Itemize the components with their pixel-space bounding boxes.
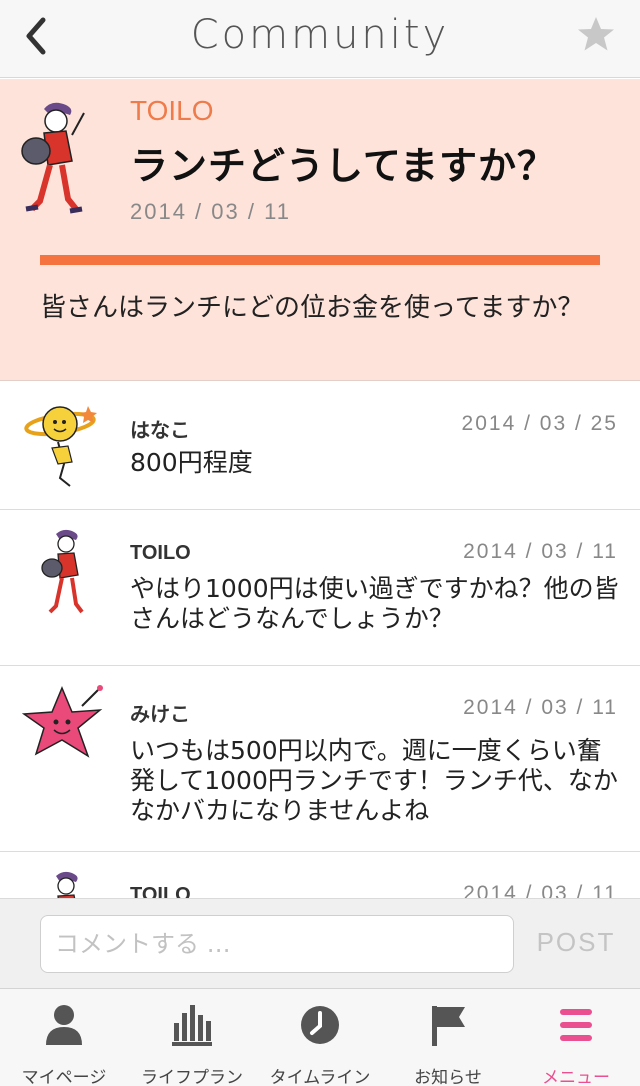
topic-date: 2014 / 03 / 11 — [130, 199, 291, 224]
star-avatar — [22, 685, 103, 758]
comment-text: いつもは500円以内で。週に一度くらい奮発して1000円ランチです！ランチ代、な… — [130, 736, 618, 825]
comment-text: やはり1000円は使い過ぎですかね？他の皆さんはどうなんでしょうか？ — [130, 574, 619, 633]
comment-list[interactable]: はなこ 2014 / 03 / 25 800円程度 TOILO 2014 / 0… — [0, 382, 640, 898]
comment-item: みけこ 2014 / 03 / 11 いつもは500円以内で。週に一度くらい奮発… — [0, 666, 640, 852]
toilo-avatar — [21, 102, 85, 214]
comment-date: 2014 / 03 / 11 — [463, 696, 618, 719]
tab-menu[interactable]: メニュー — [512, 989, 640, 1086]
comment-author: TOILO — [130, 884, 191, 898]
post-button[interactable]: POST — [530, 927, 622, 958]
comment-item: TOILO 2014 / 03 / 11 — [0, 852, 640, 898]
comment-text: 800円程度 — [130, 448, 253, 477]
planet-avatar — [24, 406, 97, 487]
topic-title: ランチどうしてますか？ — [130, 144, 556, 188]
tab-label: お知らせ — [414, 1068, 482, 1086]
star-icon — [578, 17, 614, 51]
topic-card: TOILO ランチどうしてますか？ 2014 / 03 / 11 皆さんはランチ… — [0, 79, 640, 381]
tab-notifications[interactable]: お知らせ — [384, 989, 512, 1086]
comment-date: 2014 / 03 / 25 — [461, 412, 618, 435]
tab-label: タイムライン — [269, 1068, 371, 1086]
toilo-avatar — [56, 871, 78, 898]
topic-body: 皆さんはランチにどの位お金を使ってますか？ — [40, 293, 584, 323]
comment-item: はなこ 2014 / 03 / 25 800円程度 — [0, 382, 640, 510]
flag-icon — [432, 1006, 465, 1046]
page-title: Community — [190, 12, 450, 58]
community-screen: Community TOILO ランチどうしてますか？ 2014 / 03 / … — [0, 0, 640, 1086]
tab-label: メニュー — [542, 1068, 610, 1086]
favorite-button[interactable] — [574, 12, 618, 56]
toilo-avatar — [41, 529, 84, 614]
tab-timeline[interactable]: タイムライン — [256, 989, 384, 1086]
tab-bar: マイページ ライフプラン タイムライン お知らせ メニュー — [0, 988, 640, 1086]
comment-author: はなこ — [130, 418, 190, 442]
tab-lifeplan[interactable]: ライフプラン — [128, 989, 256, 1086]
bar-chart-icon — [172, 1005, 212, 1046]
topic-author: TOILO — [130, 95, 214, 126]
menu-icon — [560, 1009, 592, 1041]
topic-divider — [40, 255, 600, 265]
tab-mypage[interactable]: マイページ — [0, 989, 128, 1086]
comment-author: みけこ — [130, 702, 190, 726]
person-icon — [46, 1005, 82, 1045]
nav-header: Community — [0, 0, 640, 78]
comment-author: TOILO — [130, 542, 191, 564]
tab-label: ライフプラン — [141, 1068, 243, 1086]
comment-date: 2014 / 03 / 11 — [463, 882, 618, 898]
clock-icon — [301, 1006, 339, 1044]
tab-label: マイページ — [21, 1068, 107, 1086]
comment-composer: POST — [0, 898, 640, 988]
comment-item: TOILO 2014 / 03 / 11 やはり1000円は使い過ぎですかね？他… — [0, 510, 640, 666]
comment-date: 2014 / 03 / 11 — [463, 540, 618, 563]
comment-input[interactable] — [40, 915, 514, 973]
